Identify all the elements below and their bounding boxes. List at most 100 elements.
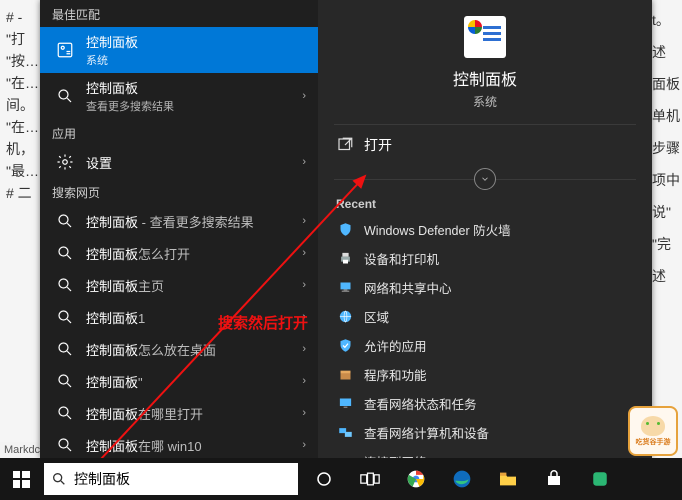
detail-pane: 控制面板 系统 打开 Recent Windows Defender 防火墙设备… xyxy=(318,0,652,458)
gear-icon xyxy=(54,151,76,173)
chevron-right-icon: › xyxy=(302,156,306,168)
recent-label: 网络和共享中心 xyxy=(364,278,452,297)
chevron-right-icon: › xyxy=(302,439,306,451)
search-icon xyxy=(54,210,76,232)
recent-label: 区域 xyxy=(364,307,389,326)
result-subtitle: 系统 xyxy=(86,52,306,68)
recent-label: 查看网络状态和任务 xyxy=(364,394,477,413)
recent-item[interactable]: 区域 xyxy=(318,302,652,331)
web-result[interactable]: 控制面板主页 › xyxy=(40,269,318,301)
windows-logo-icon xyxy=(13,471,30,488)
search-results-pane: 最佳匹配 控制面板 系统 控制面板 查看更多搜索结果 › 应用 xyxy=(40,0,318,458)
printer-icon xyxy=(336,250,354,268)
web-result[interactable]: 控制面板怎么放在桌面 › xyxy=(40,333,318,365)
result-control-panel-app[interactable]: 控制面板 系统 xyxy=(40,27,318,73)
result-title: 控制面板1 xyxy=(86,308,296,327)
editor-statusbar: Markdc xyxy=(0,442,44,458)
chevron-right-icon: › xyxy=(302,215,306,227)
section-best-match: 最佳匹配 xyxy=(40,0,318,27)
bg-right-text: t。述面板单机步骤项中说""完述 xyxy=(652,4,680,292)
recent-item[interactable]: 查看网络计算机和设备 xyxy=(318,418,652,447)
globe-icon xyxy=(336,308,354,326)
result-title: 控制面板主页 xyxy=(86,276,296,295)
computers-icon xyxy=(336,424,354,442)
recent-label: 查看网络计算机和设备 xyxy=(364,423,489,442)
search-icon xyxy=(54,242,76,264)
chevron-right-icon: › xyxy=(302,407,306,419)
result-title: 控制面板 xyxy=(86,32,306,51)
recent-item[interactable]: 网络和共享中心 xyxy=(318,273,652,302)
search-icon xyxy=(54,370,76,392)
recent-label: 设备和打印机 xyxy=(364,249,439,268)
recent-label: 允许的应用 xyxy=(364,336,427,355)
chevron-right-icon: › xyxy=(302,375,306,387)
open-label: 打开 xyxy=(364,135,392,155)
result-title: 设置 xyxy=(86,153,296,172)
result-see-more[interactable]: 控制面板 查看更多搜索结果 › xyxy=(40,73,318,119)
search-icon xyxy=(54,306,76,328)
chevron-right-icon: › xyxy=(302,90,306,102)
expand-button[interactable] xyxy=(474,168,496,190)
section-apps: 应用 xyxy=(40,119,318,146)
recent-item[interactable]: 程序和功能 xyxy=(318,360,652,389)
web-result[interactable]: 控制面板"› xyxy=(40,365,318,397)
result-title: 控制面板怎么打开 xyxy=(86,244,296,263)
taskbar-taskview[interactable] xyxy=(348,458,392,500)
recent-item[interactable]: 允许的应用 xyxy=(318,331,652,360)
recent-item[interactable]: 设备和打印机 xyxy=(318,244,652,273)
recent-item[interactable]: Windows Defender 防火墙 xyxy=(318,215,652,244)
open-action[interactable]: 打开 xyxy=(318,125,652,165)
search-icon xyxy=(54,434,76,456)
search-icon xyxy=(54,274,76,296)
taskbar-app[interactable] xyxy=(578,458,622,500)
network-icon xyxy=(336,279,354,297)
web-result[interactable]: 控制面板在哪 win10 › xyxy=(40,429,318,458)
chevron-right-icon: › xyxy=(302,343,306,355)
recent-label: 程序和功能 xyxy=(364,365,427,384)
web-result[interactable]: 控制面板怎么打开 › xyxy=(40,237,318,269)
result-settings-app[interactable]: 设置 › xyxy=(40,146,318,178)
detail-title: 控制面板 xyxy=(318,66,652,90)
result-title: 控制面板在哪里打开 xyxy=(86,404,296,423)
recent-label: Windows Defender 防火墙 xyxy=(364,220,511,239)
taskbar-edge[interactable] xyxy=(440,458,484,500)
web-result[interactable]: 控制面板在哪里打开 › xyxy=(40,397,318,429)
start-button[interactable] xyxy=(0,458,42,500)
open-icon xyxy=(336,136,354,154)
section-web: 搜索网页 xyxy=(40,178,318,205)
search-input[interactable] xyxy=(74,471,298,487)
result-title: 控制面板怎么放在桌面 xyxy=(86,340,296,359)
taskbar xyxy=(0,458,682,500)
recent-item[interactable]: 连接到网络 xyxy=(318,447,652,458)
chevron-down-icon xyxy=(480,174,490,184)
search-icon xyxy=(44,471,74,487)
web-result[interactable]: 控制面板 - 查看更多搜索结果 › xyxy=(40,205,318,237)
watermark-mascot: 吃货谷手游 xyxy=(628,406,678,456)
box-icon xyxy=(336,366,354,384)
search-icon xyxy=(54,338,76,360)
recent-item[interactable]: 查看网络状态和任务 xyxy=(318,389,652,418)
taskbar-cortana[interactable] xyxy=(302,458,346,500)
taskbar-store[interactable] xyxy=(532,458,576,500)
search-icon xyxy=(54,85,76,107)
start-menu: 最佳匹配 控制面板 系统 控制面板 查看更多搜索结果 › 应用 xyxy=(40,0,652,458)
shield-icon xyxy=(336,221,354,239)
expand-separator xyxy=(318,169,652,189)
watermark-label: 吃货谷手游 xyxy=(636,437,671,447)
web-result[interactable]: 控制面板1 › xyxy=(40,301,318,333)
taskbar-search[interactable] xyxy=(44,463,298,495)
monitor-icon xyxy=(336,395,354,413)
chevron-right-icon: › xyxy=(302,247,306,259)
control-panel-large-icon xyxy=(464,16,506,58)
detail-subtitle: 系统 xyxy=(318,93,652,110)
taskbar-chrome[interactable] xyxy=(394,458,438,500)
recent-header: Recent xyxy=(318,195,652,215)
taskbar-explorer[interactable] xyxy=(486,458,530,500)
shield-check-icon xyxy=(336,337,354,355)
result-title: 控制面板 - 查看更多搜索结果 xyxy=(86,212,296,231)
result-title: 控制面板在哪 win10 xyxy=(86,436,296,455)
chevron-right-icon: › xyxy=(302,311,306,323)
result-title: 控制面板 xyxy=(86,78,296,97)
bg-left-text: # -"打"按…"在…间。"在…机，"最…# 二 xyxy=(2,0,43,210)
chevron-right-icon: › xyxy=(302,279,306,291)
